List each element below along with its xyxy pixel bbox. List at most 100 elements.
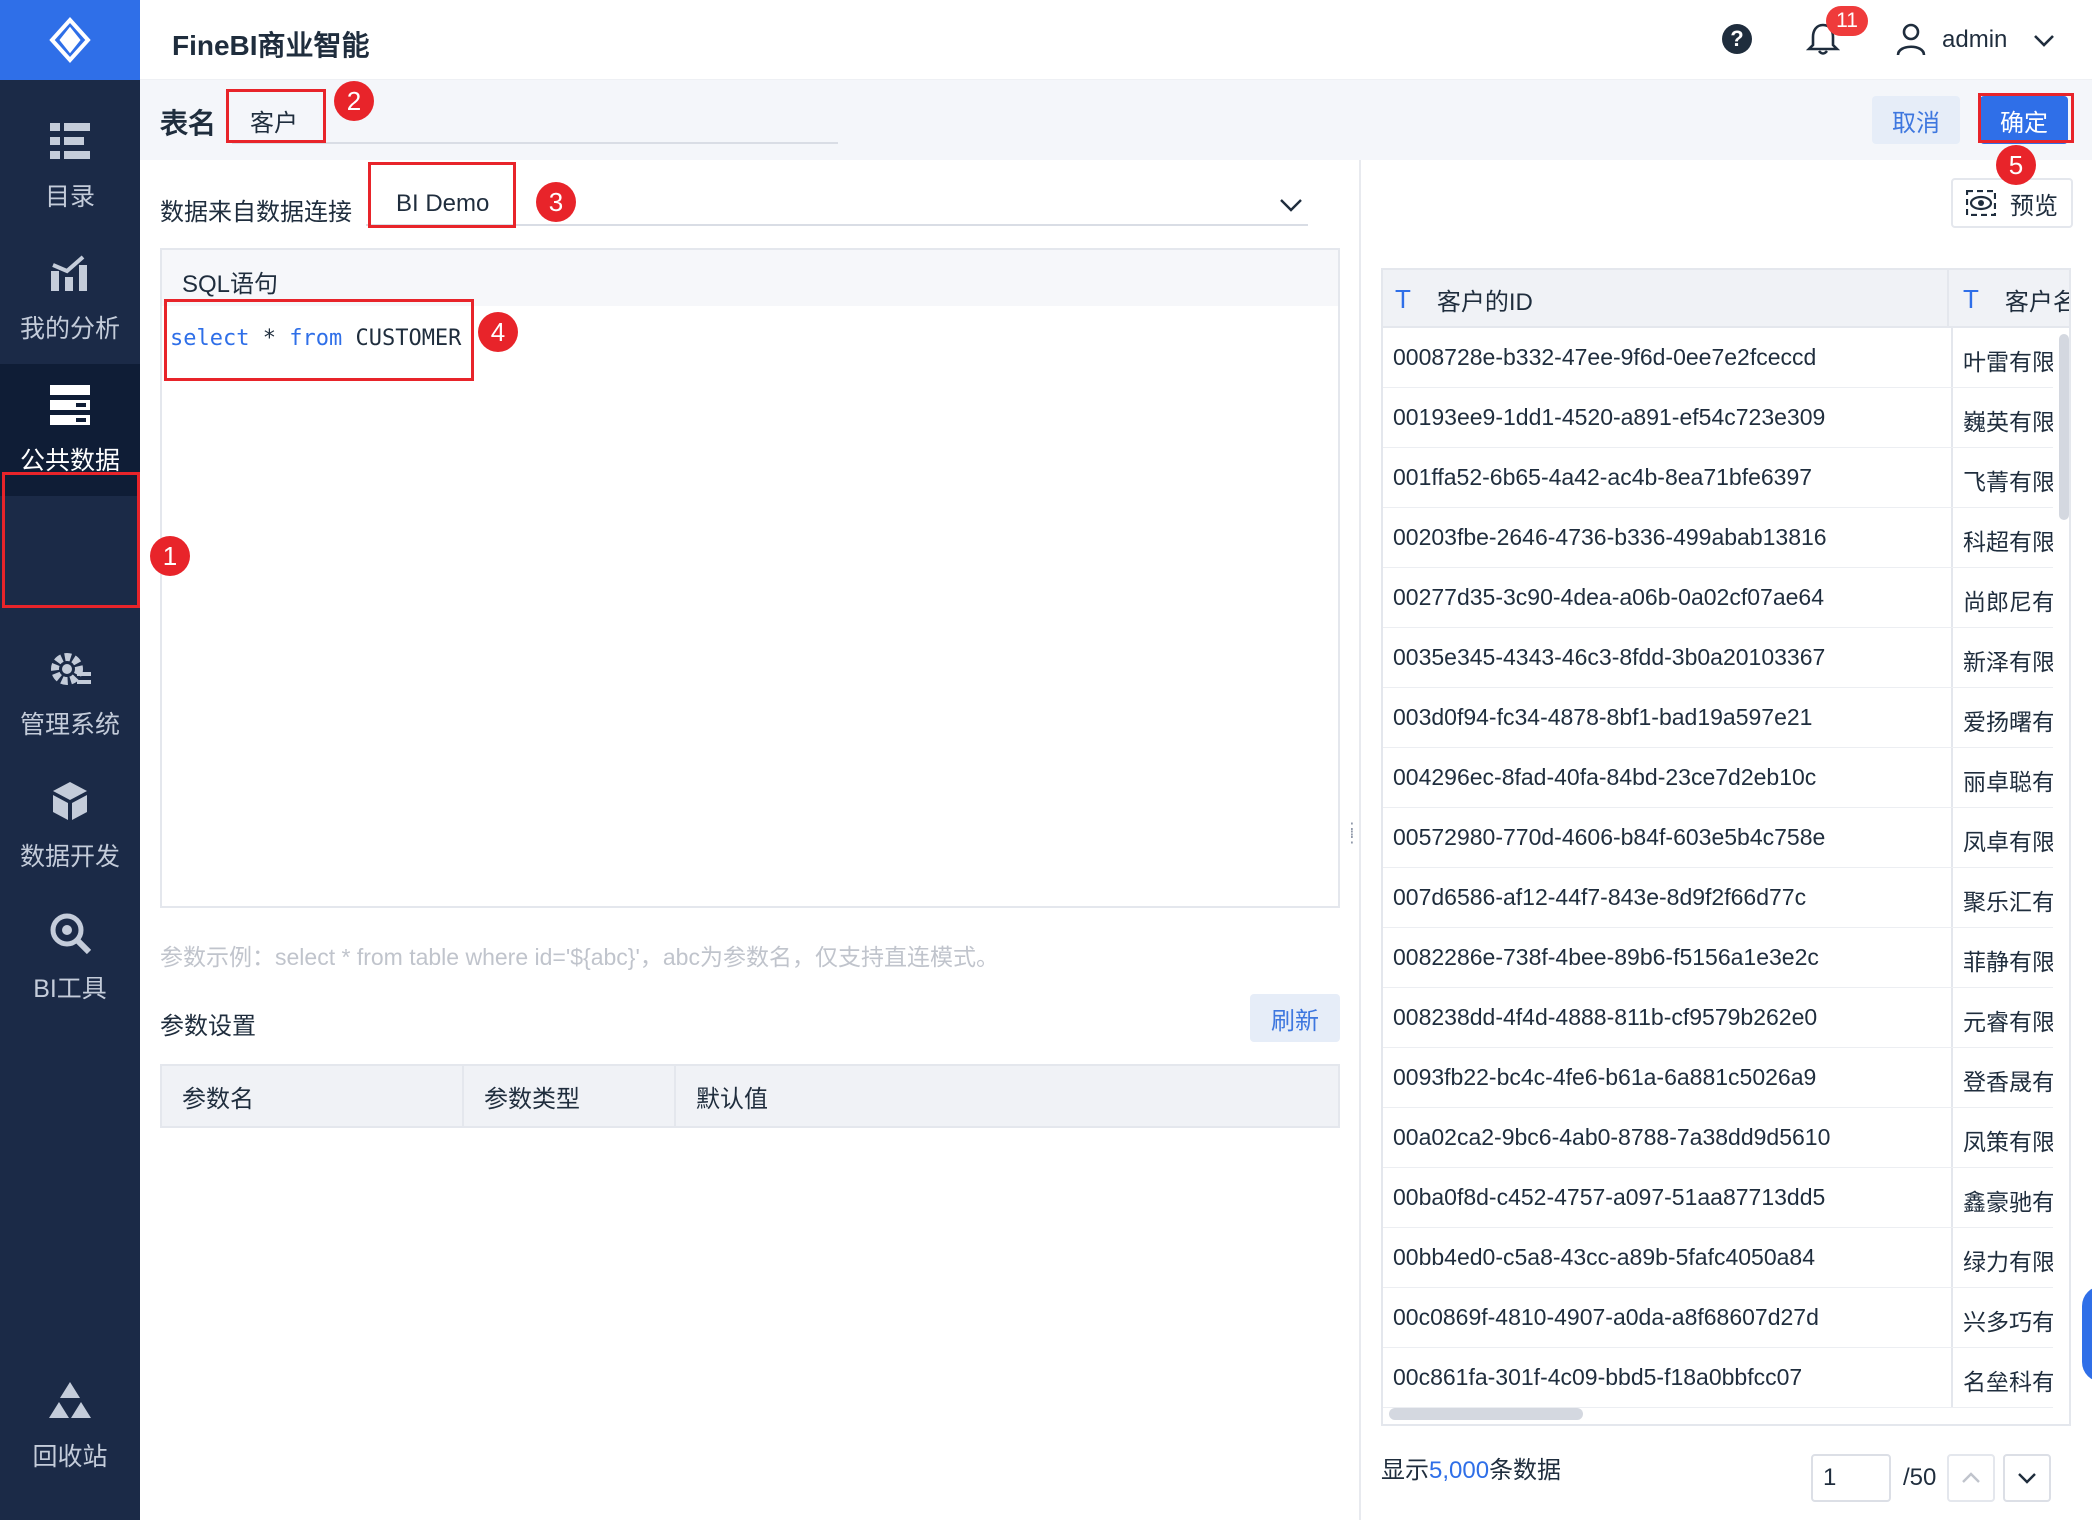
column-header-customer-id[interactable]: T 客户的ID	[1383, 270, 1949, 328]
sidebar-item-label: 管理系统	[19, 711, 120, 739]
cell-customer-name: 元睿有限	[1951, 988, 2053, 1047]
cell-customer-name: 巍英有限	[1951, 388, 2053, 447]
chevron-down-icon	[2018, 1473, 2036, 1484]
finebi-logo[interactable]	[0, 0, 140, 80]
cell-customer-name: 科超有限	[1951, 508, 2053, 567]
cell-customer-name: 凤卓有限	[1951, 808, 2053, 867]
step-marker-5: 5	[1996, 145, 2036, 185]
table-row[interactable]: 00572980-770d-4606-b84f-603e5b4c758e 凤卓有限	[1383, 808, 2053, 868]
cell-customer-name: 登香晟有	[1951, 1048, 2053, 1107]
cell-customer-id: 00193ee9-1dd1-4520-a891-ef54c723e309	[1393, 404, 1826, 430]
chevron-up-icon	[1962, 1472, 1980, 1483]
table-row[interactable]: 00bb4ed0-c5a8-43cc-a89b-5fafc4050a84 绿力有限	[1383, 1228, 2053, 1288]
param-table-header: 参数名 参数类型 默认值	[160, 1064, 1340, 1128]
analysis-chart-icon	[48, 251, 92, 295]
preview-panel: 预览 T 客户的ID T 客户名称 0008728e-b332-47ee-9f6d-…	[1361, 160, 2092, 1520]
footer-suffix: 条数据	[1489, 1457, 1562, 1484]
data-dev-cube-icon	[48, 779, 92, 823]
sidebar-item-data-dev[interactable]: 数据开发	[0, 760, 140, 892]
next-page-button[interactable]	[2003, 1454, 2051, 1502]
column-header-label: 客户名称	[2004, 288, 2069, 316]
sidebar-item-my-analysis[interactable]: 我的分析	[0, 232, 140, 364]
sidebar-item-label: 目录	[44, 183, 95, 211]
horizontal-scrollbar[interactable]	[1389, 1408, 1583, 1420]
page-total: /50	[1903, 1464, 1937, 1491]
footer-prefix: 显示	[1381, 1457, 1429, 1484]
table-row[interactable]: 008238dd-4f4d-4888-811b-cf9579b262e0 元睿有限	[1383, 988, 2053, 1048]
preview-table: T 客户的ID T 客户名称 0008728e-b332-47ee-9f6d-0ee…	[1381, 268, 2071, 1426]
param-section-title: 参数设置	[160, 1013, 256, 1040]
column-header-customer-name[interactable]: T 客户名称	[1951, 270, 2069, 328]
cell-customer-id: 00c0869f-4810-4907-a0da-a8f68607d27d	[1393, 1304, 1819, 1330]
cell-customer-id: 0082286e-738f-4bee-89b6-f5156a1e3e2c	[1393, 944, 1819, 970]
public-data-icon	[48, 383, 92, 427]
sidebar-item-bi-tool[interactable]: BI工具	[0, 892, 140, 1024]
cell-customer-id: 00572980-770d-4606-b84f-603e5b4c758e	[1393, 824, 1826, 850]
cancel-button[interactable]: 取消	[1872, 96, 1960, 144]
cell-customer-id: 004296ec-8fad-40fa-84bd-23ce7d2eb10c	[1393, 764, 1817, 790]
highlight-box-confirm	[1978, 93, 2074, 143]
cell-customer-id: 00203fbe-2646-4736-b336-499abab13816	[1393, 524, 1827, 550]
cell-customer-name: 爱扬曙有	[1951, 688, 2053, 747]
table-row[interactable]: 004296ec-8fad-40fa-84bd-23ce7d2eb10c 丽卓聪有	[1383, 748, 2053, 808]
gear-manage-icon	[48, 647, 92, 691]
sidebar-item-management[interactable]: 管理系统	[0, 628, 140, 760]
cell-customer-id: 001ffa52-6b65-4a42-ac4b-8ea71bfe6397	[1393, 464, 1813, 490]
chevron-down-icon[interactable]	[2032, 28, 2056, 52]
connection-label: 数据来自数据连接	[160, 199, 352, 226]
table-row[interactable]: 007d6586-af12-44f7-843e-8d9f2f66d77c 聚乐汇有	[1383, 868, 2053, 928]
page-number-input[interactable]	[1811, 1454, 1891, 1502]
step-marker-2: 2	[334, 81, 374, 121]
vertical-scrollbar[interactable]	[2059, 334, 2069, 520]
sidebar-item-label: 回收站	[32, 1443, 108, 1471]
catalog-icon	[48, 119, 92, 163]
table-name-label: 表名	[160, 108, 217, 139]
param-column-default: 默认值	[696, 1085, 768, 1113]
notification-badge: 11	[1826, 6, 1868, 36]
cell-customer-name: 名垒科有	[1951, 1348, 2053, 1407]
cell-customer-id: 003d0f94-fc34-4878-8bf1-bad19a597e21	[1393, 704, 1813, 730]
table-row[interactable]: 003d0f94-fc34-4878-8bf1-bad19a597e21 爱扬曙有	[1383, 688, 2053, 748]
table-row[interactable]: 00203fbe-2646-4736-b336-499abab13816 科超有限	[1383, 508, 2053, 568]
table-row[interactable]: 0008728e-b332-47ee-9f6d-0ee7e2fceccd 叶雷有限	[1383, 328, 2053, 388]
sidebar-item-recycle-bin[interactable]: 回收站	[0, 1360, 140, 1492]
refresh-button[interactable]: 刷新	[1250, 994, 1340, 1042]
table-row[interactable]: 00ba0f8d-c452-4757-a097-51aa87713dd5 鑫豪驰有	[1383, 1168, 2053, 1228]
app-title: FineBI商业智能	[172, 30, 370, 61]
sidebar-item-label: 数据开发	[19, 843, 120, 871]
cell-customer-id: 00277d35-3c90-4dea-a06b-0a02cf07ae64	[1393, 584, 1824, 610]
user-name[interactable]: admin	[1942, 26, 2007, 54]
help-icon[interactable]: ?	[1722, 24, 1752, 54]
user-icon[interactable]	[1896, 22, 1926, 56]
table-row[interactable]: 001ffa52-6b65-4a42-ac4b-8ea71bfe6397 飞菁有限	[1383, 448, 2053, 508]
sidebar-item-catalog[interactable]: 目录	[0, 100, 140, 232]
cell-customer-id: 007d6586-af12-44f7-843e-8d9f2f66d77c	[1393, 884, 1807, 910]
cell-customer-id: 0093fb22-bc4c-4fe6-b61a-6a881c5026a9	[1393, 1064, 1817, 1090]
step-marker-4: 4	[478, 312, 518, 352]
table-row[interactable]: 00277d35-3c90-4dea-a06b-0a02cf07ae64 尚郎尼有	[1383, 568, 2053, 628]
table-row[interactable]: 00c861fa-301f-4c09-bbd5-f18a0bbfcc07 名垒科有	[1383, 1348, 2053, 1408]
table-row[interactable]: 00193ee9-1dd1-4520-a891-ef54c723e309 巍英有限	[1383, 388, 2053, 448]
highlight-box-connection	[368, 162, 516, 228]
cell-customer-name: 尚郎尼有	[1951, 568, 2053, 627]
table-row[interactable]: 0082286e-738f-4bee-89b6-f5156a1e3e2c 菲静有限	[1383, 928, 2053, 988]
floating-side-tab[interactable]	[2082, 1286, 2092, 1382]
cell-customer-id: 00a02ca2-9bc6-4ab0-8788-7a38dd9d5610	[1393, 1124, 1831, 1150]
drag-handle-icon[interactable]: ⋮ ⋮	[1344, 822, 1360, 854]
sql-title: SQL语句	[182, 271, 279, 298]
table-row[interactable]: 0035e345-4343-46c3-8fdd-3b0a20103367 新泽有限	[1383, 628, 2053, 688]
row-count: 5,000	[1429, 1457, 1490, 1484]
table-row[interactable]: 0093fb22-bc4c-4fe6-b61a-6a881c5026a9 登香晟有	[1383, 1048, 2053, 1108]
highlight-box-public-data	[2, 472, 140, 608]
cell-customer-id: 00bb4ed0-c5a8-43cc-a89b-5fafc4050a84	[1393, 1244, 1815, 1270]
table-row[interactable]: 00c0869f-4810-4907-a0da-a8f68607d27d 兴多巧有	[1383, 1288, 2053, 1348]
step-marker-3: 3	[536, 182, 576, 222]
previous-page-button[interactable]	[1947, 1454, 1995, 1502]
bi-tool-icon	[48, 911, 92, 955]
param-column-name: 参数名	[162, 1066, 464, 1126]
preview-button[interactable]: 预览	[1951, 178, 2073, 228]
table-row[interactable]: 00a02ca2-9bc6-4ab0-8788-7a38dd9d5610 凤策有限	[1383, 1108, 2053, 1168]
top-header: FineBI商业智能 ? 11 admin	[140, 0, 2092, 80]
sidebar-item-label: 我的分析	[19, 315, 120, 343]
highlight-box-sql	[164, 299, 474, 381]
